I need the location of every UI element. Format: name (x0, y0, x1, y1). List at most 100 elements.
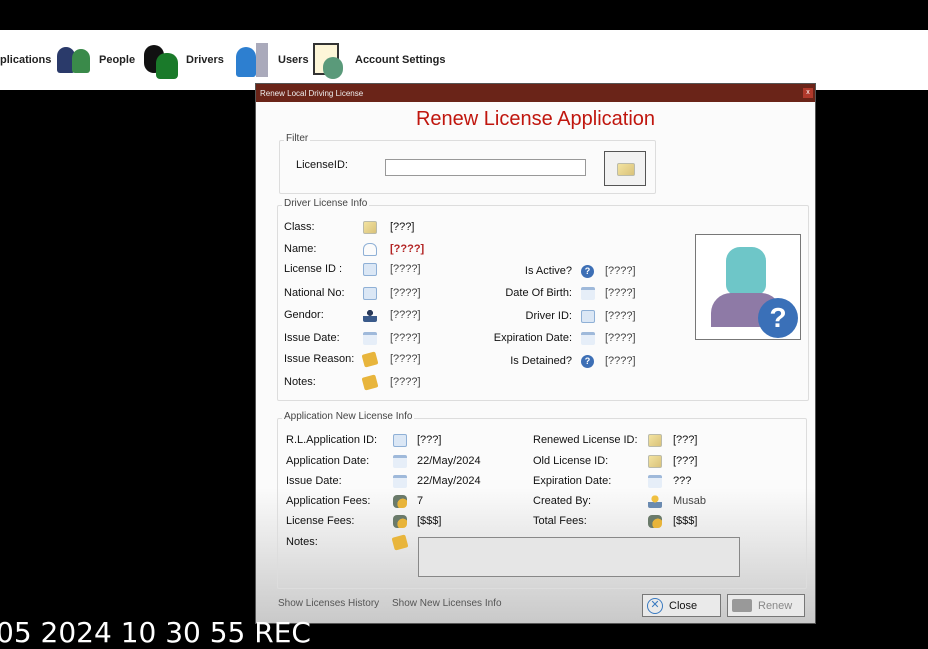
show-new-licenses-info-link[interactable]: Show New Licenses Info (392, 598, 502, 609)
application-fees-value: 7 (417, 495, 424, 507)
gender-value: [????] (390, 309, 421, 321)
application-date-label: Application Date: (286, 455, 370, 467)
date-of-birth-label: Date Of Birth: (505, 287, 572, 299)
driver-license-info-legend: Driver License Info (282, 198, 370, 209)
license-fees-label: License Fees: (286, 515, 355, 527)
question-icon: ? (581, 355, 594, 368)
license-fees-value: [$$$] (417, 515, 442, 527)
is-detained-label: Is Detained? (510, 355, 572, 367)
page-title: Renew License Application (415, 108, 656, 130)
license-id-value: [????] (390, 263, 421, 275)
renew-button-label: Renew (758, 599, 793, 612)
toolbar-account-settings-label: Account Settings (355, 54, 446, 66)
close-button-label: Close (669, 599, 698, 612)
users-icon (234, 41, 272, 79)
issue-date-label: Issue Date: (284, 332, 340, 344)
issue-date-value: 22/May/2024 (417, 475, 481, 487)
id-card-icon (393, 434, 407, 447)
driver-license-info-group: Driver License Info ? (277, 198, 809, 401)
notes-label: Notes: (284, 376, 316, 388)
id-card-icon (581, 310, 595, 323)
main-toolbar: plications People Drivers Users Account … (0, 30, 928, 90)
issue-date-label: Issue Date: (286, 475, 342, 487)
id-card-icon (363, 287, 377, 300)
license-class-icon (363, 221, 377, 234)
rl-app-id-value: [???] (417, 434, 442, 446)
calendar-icon (581, 287, 595, 300)
calendar-icon (581, 332, 595, 345)
created-by-value: Musab (673, 495, 707, 507)
issue-reason-label: Issue Reason: (284, 353, 355, 365)
people-icon (55, 41, 93, 79)
person-head-icon (726, 247, 766, 295)
user-icon (648, 495, 662, 508)
expiration-date-value: [????] (605, 332, 636, 344)
license-id-filter-label: LicenseID: (296, 159, 348, 171)
expiration-date-label: Expiration Date: (533, 475, 612, 487)
renewed-license-id-value: [???] (673, 434, 698, 446)
national-no-label: National No: (284, 287, 345, 299)
old-license-id-value: [???] (673, 455, 698, 467)
driver-id-value: [????] (605, 310, 636, 322)
toolbar-people-label: People (99, 54, 136, 66)
renewed-license-id-label: Renewed License ID: (533, 434, 638, 446)
driver-id-label: Driver ID: (525, 310, 572, 322)
class-value: [???] (390, 221, 415, 233)
find-license-button[interactable] (604, 151, 646, 186)
total-fees-label: Total Fees: (533, 515, 587, 527)
calendar-icon (393, 455, 407, 468)
id-card-icon (363, 263, 377, 276)
recording-timestamp-overlay: 05 2024 10 30 55 REC (0, 616, 311, 649)
date-of-birth-value: [????] (605, 287, 636, 299)
name-label: Name: (284, 243, 317, 255)
question-icon: ? (581, 265, 594, 278)
calendar-icon (363, 332, 377, 345)
license-card-icon (648, 455, 662, 468)
is-active-label: Is Active? (524, 265, 572, 277)
toolbar-users-label: Users (278, 54, 309, 66)
license-card-icon (648, 434, 662, 447)
person-outline-icon (363, 243, 377, 256)
gender-person-icon (363, 309, 377, 322)
account-settings-icon (311, 41, 349, 79)
license-id-label: License ID : (284, 263, 343, 275)
show-licenses-history-link[interactable]: Show Licenses History (278, 598, 379, 609)
is-detained-value: [????] (605, 355, 636, 367)
calendar-icon (393, 475, 407, 488)
toolbar-people[interactable]: People (55, 30, 135, 90)
toolbar-users[interactable]: Users (234, 30, 309, 90)
application-fees-label: Application Fees: (286, 495, 371, 507)
toolbar-applications[interactable]: plications (0, 30, 51, 90)
renew-license-icon (732, 599, 752, 612)
class-label: Class: (284, 221, 315, 233)
money-icon (393, 515, 407, 528)
filter-legend: Filter (284, 133, 311, 144)
window-title: Renew Local Driving License (260, 89, 364, 98)
calendar-icon (648, 475, 662, 488)
drivers-icon (142, 41, 180, 79)
renew-button[interactable]: Renew (727, 594, 805, 617)
driver-photo: ? (695, 234, 801, 340)
toolbar-drivers-label: Drivers (186, 54, 224, 66)
unknown-question-icon: ? (758, 298, 798, 338)
toolbar-drivers[interactable]: Drivers (142, 30, 224, 90)
toolbar-applications-label: plications (0, 54, 52, 66)
window-close-button[interactable]: x (803, 88, 813, 98)
application-info-legend: Application New License Info (282, 411, 415, 422)
toolbar-account-settings[interactable]: Account Settings (311, 30, 445, 90)
expiration-date-value: ??? (673, 475, 692, 487)
notes-value: [????] (390, 376, 421, 388)
license-search-icon (617, 163, 635, 176)
gender-label: Gendor: (284, 309, 324, 321)
close-button[interactable]: ✕ Close (642, 594, 721, 617)
title-bar[interactable]: Renew Local Driving License x (256, 84, 815, 102)
created-by-label: Created By: (533, 495, 592, 507)
filter-group: Filter LicenseID: (279, 133, 656, 194)
license-id-input[interactable] (385, 159, 586, 176)
application-date-value: 22/May/2024 (417, 455, 481, 467)
close-circle-icon: ✕ (647, 597, 663, 614)
expiration-date-label: Expiration Date: (493, 332, 572, 344)
notes-textarea[interactable] (418, 537, 740, 577)
is-active-value: [????] (605, 265, 636, 277)
national-no-value: [????] (390, 287, 421, 299)
